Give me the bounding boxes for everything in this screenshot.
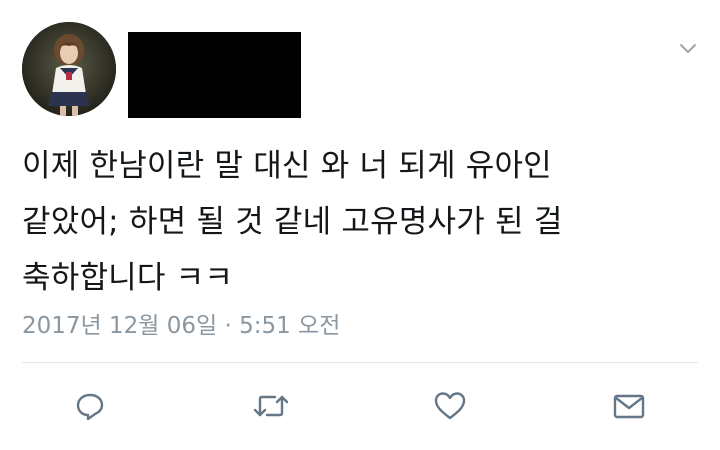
reply-icon	[76, 393, 104, 421]
retweet-button[interactable]	[249, 384, 293, 428]
chevron-down-icon	[680, 44, 696, 53]
tweet-text: 이제 한남이란 말 대신 와 너 되게 유아인 같았어; 하면 될 것 같네 고…	[22, 138, 702, 306]
tweet-text-line: 같았어; 하면 될 것 같네 고유명사가 된 걸	[22, 204, 563, 240]
reply-button[interactable]	[68, 384, 112, 428]
envelope-icon	[613, 394, 645, 419]
tweet-menu-button[interactable]	[676, 36, 700, 60]
tweet-text-line: 축하합니다 ㅋㅋ	[22, 260, 234, 296]
like-button[interactable]	[428, 384, 472, 428]
retweet-icon	[253, 395, 289, 417]
tweet-card: 이제 한남이란 말 대신 와 너 되게 유아인 같았어; 하면 될 것 같네 고…	[0, 0, 720, 450]
tweet-actions	[0, 384, 720, 428]
divider	[22, 362, 698, 363]
redacted-username-block	[128, 32, 301, 118]
direct-message-button[interactable]	[607, 384, 651, 428]
heart-icon	[434, 392, 466, 420]
tweet-text-line: 이제 한남이란 말 대신 와 너 되게 유아인	[22, 148, 552, 184]
avatar-image	[22, 22, 116, 116]
tweet-timestamp[interactable]: 2017년 12월 06일 · 5:51 오전	[22, 306, 340, 340]
avatar[interactable]	[22, 22, 116, 116]
